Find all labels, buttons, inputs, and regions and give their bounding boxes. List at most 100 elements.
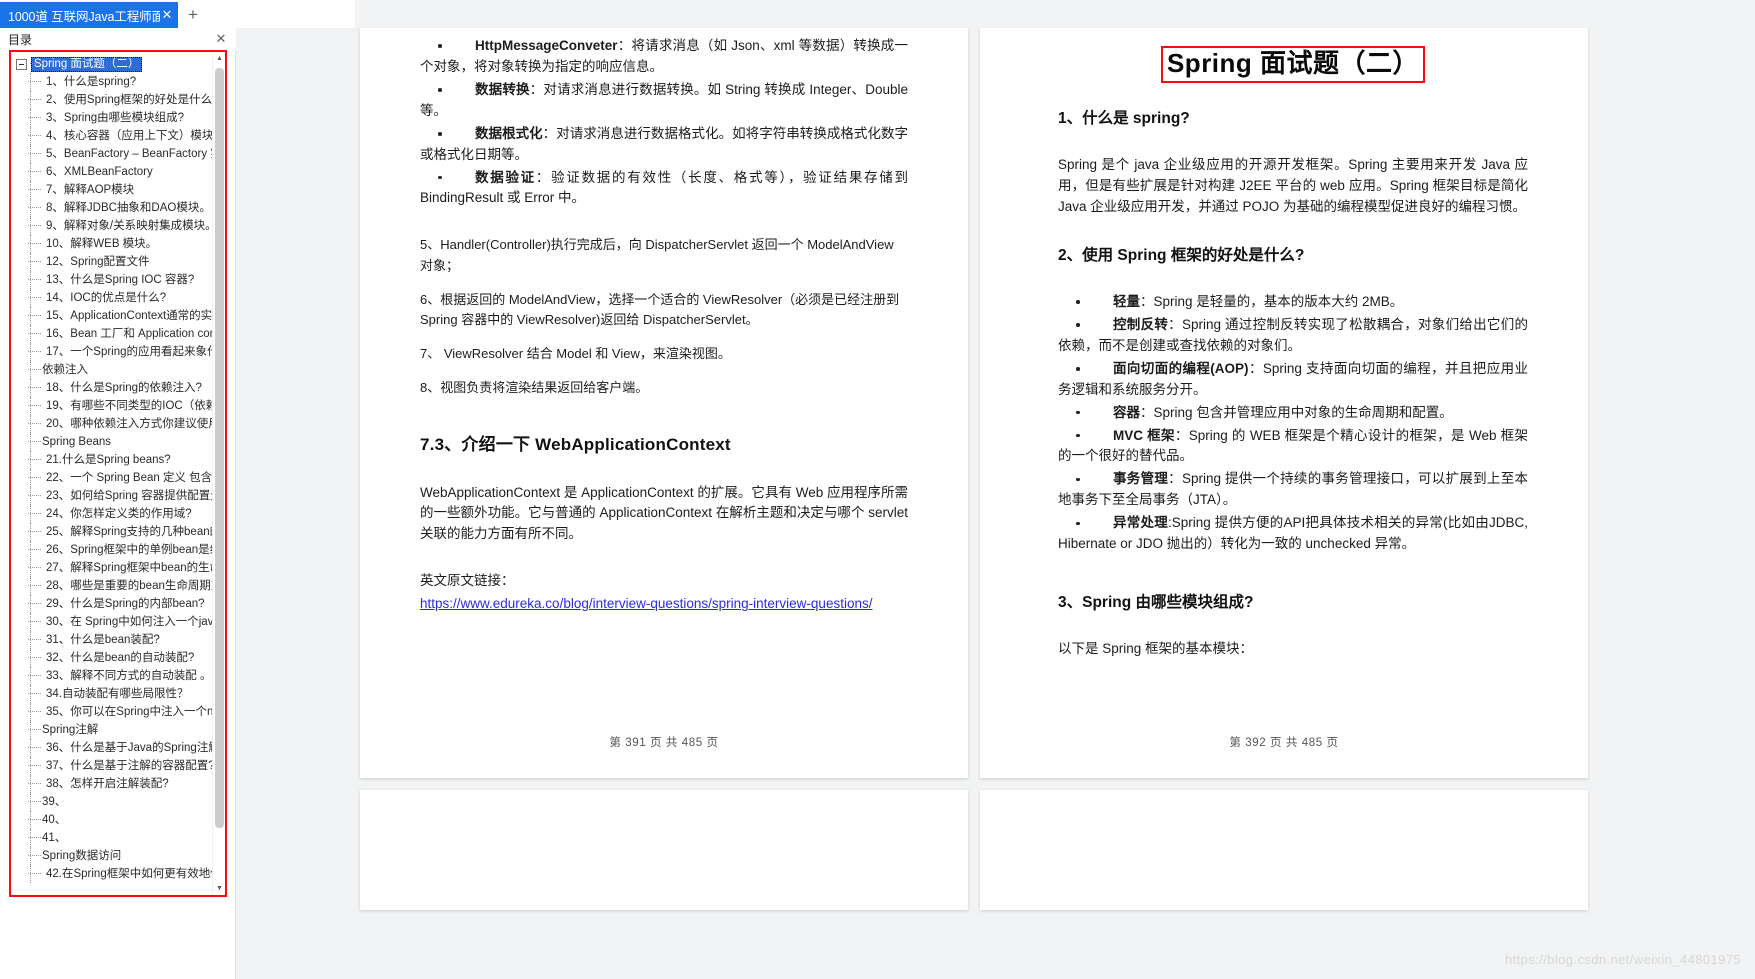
bullet-dot-icon — [438, 44, 442, 48]
outline-item-label: 32、什么是bean的自动装配? — [46, 652, 195, 664]
outline-item[interactable]: 25、解释Spring支持的几种bean的作 — [11, 523, 214, 541]
outline-item[interactable]: 30、在 Spring中如何注入一个java集 — [11, 613, 214, 631]
outline-item-label: 18、什么是Spring的依赖注入? — [46, 382, 202, 394]
list-item-lead: 面向切面的编程(AOP) — [1113, 360, 1249, 376]
list-item: HttpMessageConveter：将请求消息（如 Json、xml 等数据… — [420, 36, 908, 78]
outline-item-label: 26、Spring框架中的单例bean是线程 — [46, 544, 214, 556]
outline-item[interactable]: 33、解释不同方式的自动装配 。 — [11, 667, 214, 685]
tree-connector — [11, 757, 45, 775]
step-8-paragraph: 8、视图负责将渲染结果返回给客户端。 — [420, 380, 649, 396]
outline-item[interactable]: 6、XMLBeanFactory — [11, 163, 214, 181]
bullet-dot-icon — [438, 88, 442, 92]
list-item: 轻量：Spring 是轻量的，基本的版本大约 2MB。 — [1058, 292, 1528, 313]
outline-item[interactable]: 9、解释对象/关系映射集成模块。 — [11, 217, 214, 235]
chevron-down-icon[interactable]: ▼ — [213, 882, 225, 895]
tree-connector — [11, 487, 45, 505]
outline-item[interactable]: Spring 面试题（二） — [11, 55, 214, 73]
tree-connector — [11, 433, 41, 451]
tree-connector — [11, 163, 45, 181]
list-item-lead: 异常处理 — [1113, 515, 1168, 531]
step-5-paragraph: 5、Handler(Controller)执行完成后，向 DispatcherS… — [420, 237, 894, 273]
outline-item[interactable]: 16、Bean 工厂和 Application conte — [11, 325, 214, 343]
outline-item-label: 38、怎样开启注解装配? — [46, 778, 169, 790]
outline-item-label: 22、一个 Spring Bean 定义 包含什么 — [46, 472, 214, 484]
outline-item[interactable]: 4、核心容器（应用上下文）模块。 — [11, 127, 214, 145]
tree-connector — [11, 739, 45, 757]
outline-item[interactable]: 32、什么是bean的自动装配? — [11, 649, 214, 667]
outline-item[interactable]: 22、一个 Spring Bean 定义 包含什么 — [11, 469, 214, 487]
list-item-text: 轻量：Spring 是轻量的，基本的版本大约 2MB。 — [1058, 292, 1528, 313]
list-item-text: 数据验证：验证数据的有效性（长度、格式等），验证结果存储到 BindingRes… — [420, 168, 908, 210]
page-right-footer: 第 392 页 共 485 页 — [1229, 737, 1339, 749]
outline-item[interactable]: Spring数据访问 — [11, 847, 214, 865]
tree-connector — [11, 343, 45, 361]
outline-item[interactable]: 3、Spring由哪些模块组成? — [11, 109, 214, 127]
tree-connector — [11, 145, 45, 163]
outline-item[interactable]: 14、IOC的优点是什么? — [11, 289, 214, 307]
outline-item[interactable]: 28、哪些是重要的bean生命周期方法 — [11, 577, 214, 595]
collapse-toggle-icon[interactable] — [16, 58, 27, 70]
outline-item[interactable]: 27、解释Spring框架中bean的生命周 — [11, 559, 214, 577]
outline-item[interactable]: 15、ApplicationContext通常的实现是 — [11, 307, 214, 325]
outline-item[interactable]: 29、什么是Spring的内部bean? — [11, 595, 214, 613]
outline-item[interactable]: 13、什么是Spring IOC 容器? — [11, 271, 214, 289]
outline-item-label: 37、什么是基于注解的容器配置? — [46, 760, 214, 772]
outline-item[interactable]: 23、如何给Spring 容器提供配置元数 — [11, 487, 214, 505]
outline-item[interactable]: 1、什么是spring? — [11, 73, 214, 91]
outline-item[interactable]: 10、解释WEB 模块。 — [11, 235, 214, 253]
list-item: 数据验证：验证数据的有效性（长度、格式等），验证结果存储到 BindingRes… — [420, 168, 908, 210]
tree-connector — [11, 721, 41, 739]
outline-item[interactable]: 2、使用Spring框架的好处是什么? — [11, 91, 214, 109]
outline-item[interactable]: 7、解释AOP模块 — [11, 181, 214, 199]
list-item-body: ：Spring 是轻量的，基本的版本大约 2MB。 — [1140, 293, 1404, 309]
outline-item[interactable]: 12、Spring配置文件 — [11, 253, 214, 271]
outline-item[interactable]: 20、哪种依赖注入方式你建议使用，构 — [11, 415, 214, 433]
page-right-content: Spring 面试题（二） 1、什么是 spring? Spring 是个 ja… — [980, 28, 1588, 778]
outline-item[interactable]: 26、Spring框架中的单例bean是线程 — [11, 541, 214, 559]
outline-item[interactable]: 19、有哪些不同类型的IOC（依赖注入 — [11, 397, 214, 415]
close-icon[interactable]: ✕ — [214, 32, 228, 46]
plus-icon[interactable]: + — [178, 2, 208, 28]
list-item-text: MVC 框架：Spring 的 WEB 框架是个精心设计的框架，是 Web 框架… — [1058, 426, 1528, 468]
outline-item[interactable]: 40、 — [11, 811, 214, 829]
list-item-text: HttpMessageConveter：将请求消息（如 Json、xml 等数据… — [420, 36, 908, 78]
outline-item[interactable]: 39、 — [11, 793, 214, 811]
outline-item[interactable]: 5、BeanFactory – BeanFactory 实现 — [11, 145, 214, 163]
outline-item-label: 依赖注入 — [42, 364, 88, 376]
outline-item[interactable]: 18、什么是Spring的依赖注入? — [11, 379, 214, 397]
outline-item-label: 2、使用Spring框架的好处是什么? — [46, 94, 214, 106]
outline-item[interactable]: 36、什么是基于Java的Spring注解配置 — [11, 739, 214, 757]
outline-item[interactable]: 依赖注入 — [11, 361, 214, 379]
outline-item[interactable]: 42.在Spring框架中如何更有效地使用 — [11, 865, 214, 883]
source-link[interactable]: https://www.edureka.co/blog/interview-qu… — [420, 596, 872, 611]
outline-scrollbar[interactable]: ▲ ▼ — [212, 52, 225, 895]
outline-item[interactable]: 35、你可以在Spring中注入一个null 和 — [11, 703, 214, 721]
list-item: 容器：Spring 包含并管理应用中对象的生命周期和配置。 — [1058, 403, 1528, 424]
outline-item[interactable]: 24、你怎样定义类的作用域? — [11, 505, 214, 523]
outline-item[interactable]: Spring Beans — [11, 433, 214, 451]
close-icon[interactable]: ✕ — [160, 8, 174, 22]
outline-item[interactable]: Spring注解 — [11, 721, 214, 739]
list-item-lead: HttpMessageConveter — [475, 38, 618, 53]
browser-tab-active[interactable]: 1000道 互联网Java工程师面试题 ✕ — [0, 2, 178, 28]
outline-item[interactable]: 38、怎样开启注解装配? — [11, 775, 214, 793]
list-item-text: 数据根式化：对请求消息进行数据格式化。如将字符串转换成格式化数字或格式化日期等。 — [420, 124, 908, 166]
tree-connector — [11, 451, 45, 469]
chevron-up-icon[interactable]: ▲ — [213, 52, 225, 65]
outline-item[interactable]: 37、什么是基于注解的容器配置? — [11, 757, 214, 775]
outline-item[interactable]: 34.自动装配有哪些局限性？ — [11, 685, 214, 703]
outline-item[interactable]: 8、解释JDBC抽象和DAO模块。 — [11, 199, 214, 217]
outline-item[interactable]: 31、什么是bean装配? — [11, 631, 214, 649]
scrollbar-thumb[interactable] — [215, 68, 224, 828]
outline-item-label: 12、Spring配置文件 — [46, 256, 150, 268]
outline-item[interactable]: 17、一个Spring的应用看起来象什么? — [11, 343, 214, 361]
list-item: 数据根式化：对请求消息进行数据格式化。如将字符串转换成格式化数字或格式化日期等。 — [420, 124, 908, 166]
page-left-content: HttpMessageConveter：将请求消息（如 Json、xml 等数据… — [360, 28, 968, 778]
outline-item[interactable]: 41、 — [11, 829, 214, 847]
document-viewer[interactable]: HttpMessageConveter：将请求消息（如 Json、xml 等数据… — [237, 28, 1755, 979]
sidebar-title: 目录 — [8, 32, 33, 47]
outline-item[interactable]: 21.什么是Spring beans? — [11, 451, 214, 469]
section-heading-7-3: 7.3、介绍一下 WebApplicationContext — [420, 435, 731, 455]
page-spread: HttpMessageConveter：将请求消息（如 Json、xml 等数据… — [237, 28, 1588, 778]
